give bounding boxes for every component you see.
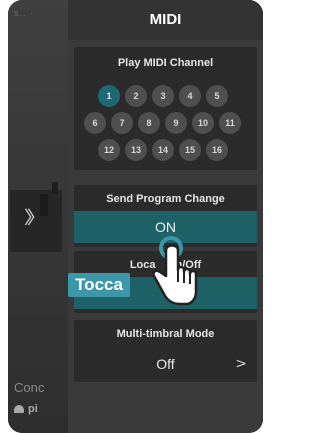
channel-button-2[interactable]: 2 [125,85,147,107]
multi-timbral-mode-title: Multi-timbral Mode [116,328,215,340]
background-section-label: Conc [14,380,45,395]
background-app: s.. · 〉〉 Conc pi [8,0,68,433]
channel-button-5[interactable]: 5 [206,85,228,107]
channel-button-4[interactable]: 4 [179,85,201,107]
play-midi-channel-title: Play MIDI Channel [117,57,214,69]
send-program-change-title: Send Program Change [106,193,225,205]
background-piano-chip[interactable]: pi [14,403,62,419]
channel-button-12[interactable]: 12 [98,139,120,161]
channel-button-3[interactable]: 3 [152,85,174,107]
panel-title: MIDI [68,0,263,40]
channel-button-11[interactable]: 11 [219,112,241,134]
channel-button-15[interactable]: 15 [179,139,201,161]
multi-timbral-mode-selector[interactable]: Off > [74,348,257,380]
channel-button-8[interactable]: 8 [138,112,160,134]
channel-button-6[interactable]: 6 [84,112,106,134]
background-top-label: s.. · [14,8,34,18]
midi-settings-panel: MIDI Play MIDI Channel 1 2 3 4 5 6 7 8 9… [68,0,263,433]
tap-hint-label: Tocca [68,273,130,297]
channel-button-16[interactable]: 16 [206,139,228,161]
multi-timbral-mode-value: Off [156,356,175,372]
channel-button-9[interactable]: 9 [165,112,187,134]
pointing-hand-icon [152,236,198,306]
channel-button-1[interactable]: 1 [98,85,120,107]
channel-button-10[interactable]: 10 [192,112,214,134]
channel-button-7[interactable]: 7 [111,112,133,134]
multi-timbral-mode-card: Multi-timbral Mode Off > [74,320,257,382]
background-chip-label: pi [28,403,38,415]
piano-icon [14,405,24,414]
chevron-right-icon: > [235,356,247,372]
channel-button-13[interactable]: 13 [125,139,147,161]
device-screen: s.. · 〉〉 Conc pi MIDI Play MIDI Channel … [8,0,263,433]
channel-button-14[interactable]: 14 [152,139,174,161]
expand-chevron-icon[interactable]: 〉〉 [24,204,45,230]
play-midi-channel-card: Play MIDI Channel 1 2 3 4 5 6 7 8 9 10 1… [74,47,257,170]
